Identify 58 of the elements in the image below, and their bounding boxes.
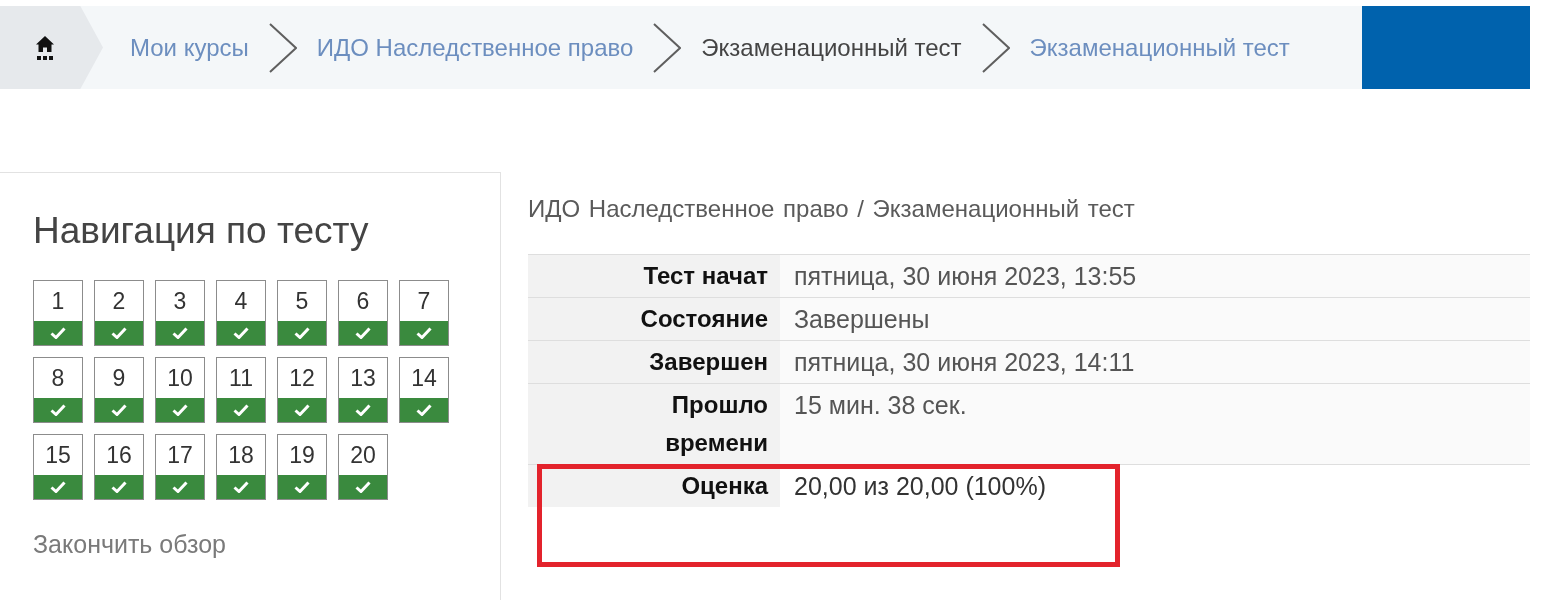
check-icon	[50, 327, 66, 339]
row-label: Завершен	[528, 340, 780, 384]
row-value: 20,00 из 20,00 (100%)	[780, 464, 1530, 507]
question-button[interactable]: 9	[94, 357, 144, 423]
question-button[interactable]: 10	[155, 357, 205, 423]
check-icon	[233, 481, 249, 493]
check-icon	[355, 481, 371, 493]
question-button[interactable]: 19	[277, 434, 327, 500]
chevron-icon	[981, 22, 1010, 73]
check-icon	[294, 481, 310, 493]
check-icon	[111, 404, 127, 416]
question-button[interactable]: 14	[399, 357, 449, 423]
question-button[interactable]: 16	[94, 434, 144, 500]
row-label: Тест начат	[528, 254, 780, 298]
chevron-icon	[653, 22, 682, 73]
question-button[interactable]: 13	[338, 357, 388, 423]
check-icon	[111, 327, 127, 339]
check-icon	[416, 404, 432, 416]
question-button[interactable]: 18	[216, 434, 266, 500]
check-icon	[172, 327, 188, 339]
navigation-title: Навигация по тесту	[33, 209, 370, 253]
check-icon	[50, 404, 66, 416]
question-button[interactable]: 2	[94, 280, 144, 346]
check-icon	[294, 327, 310, 339]
question-button[interactable]: 20	[338, 434, 388, 500]
row-value: 15 мин. 38 сек.	[780, 383, 1530, 465]
question-button[interactable]: 8	[33, 357, 83, 423]
question-button[interactable]: 6	[338, 280, 388, 346]
check-icon	[355, 327, 371, 339]
row-value: пятница, 30 июня 2023, 14:11	[780, 340, 1530, 384]
question-button[interactable]: 17	[155, 434, 205, 500]
check-icon	[233, 404, 249, 416]
check-icon	[172, 404, 188, 416]
question-button[interactable]: 4	[216, 280, 266, 346]
question-button[interactable]: 3	[155, 280, 205, 346]
question-button[interactable]: 11	[216, 357, 266, 423]
home-icon	[36, 34, 54, 61]
check-icon	[233, 327, 249, 339]
home-button[interactable]	[0, 6, 103, 89]
check-icon	[50, 481, 66, 493]
finish-review-link[interactable]: Закончить обзор	[33, 529, 226, 559]
check-icon	[111, 481, 127, 493]
row-label: Прошло времени	[528, 383, 780, 465]
question-button[interactable]: 7	[399, 280, 449, 346]
breadcrumb-current: Экзаменационный тест	[701, 33, 962, 62]
chevron-icon	[268, 22, 297, 73]
row-value: Завершены	[780, 297, 1530, 341]
question-button[interactable]: 15	[33, 434, 83, 500]
row-label: Состояние	[528, 297, 780, 341]
question-button[interactable]: 12	[277, 357, 327, 423]
check-icon	[172, 481, 188, 493]
question-button[interactable]: 1	[33, 280, 83, 346]
check-icon	[355, 404, 371, 416]
page-path: ИДО Наследственное право / Экзаменационный тест	[528, 194, 1136, 224]
question-button[interactable]: 5	[277, 280, 327, 346]
row-value: пятница, 30 июня 2023, 13:55	[780, 254, 1530, 298]
check-icon	[416, 327, 432, 339]
check-icon	[294, 404, 310, 416]
